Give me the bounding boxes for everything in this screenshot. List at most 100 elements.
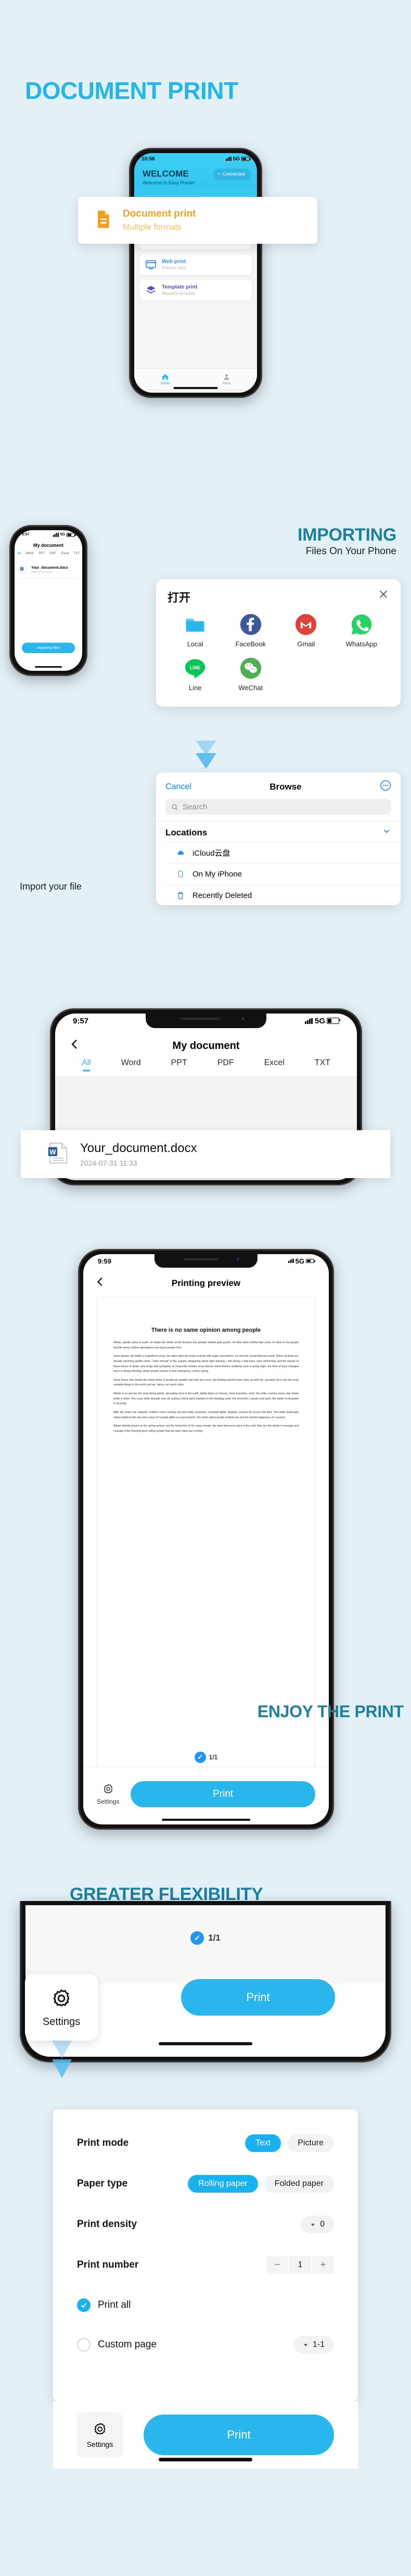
paper-type-option-rolling[interactable]: Rolling paper: [188, 2175, 258, 2193]
document-preview[interactable]: There is no same opinion among people Wi…: [98, 1298, 314, 1767]
page-title: Printing preview: [171, 1278, 241, 1288]
tab-ppt[interactable]: PPT: [171, 1058, 187, 1071]
custom-page-dropdown[interactable]: 1-1: [293, 2336, 334, 2354]
search-placeholder: Search: [183, 802, 208, 811]
files-browse-sheet: Cancel Browse Search Locations iCloud云盘: [156, 772, 401, 905]
setting-row-print-mode: Print mode Text Picture: [77, 2123, 334, 2164]
chevron-down-icon[interactable]: [382, 827, 391, 839]
cancel-button[interactable]: Cancel: [165, 782, 191, 792]
line-icon: LINE: [183, 656, 207, 680]
tab-word[interactable]: Word: [121, 1058, 141, 1071]
tab-all[interactable]: All: [82, 1058, 91, 1071]
share-app-whatsapp[interactable]: WhatsApp: [334, 612, 390, 648]
battery-icon: [241, 157, 251, 161]
settings-label: Settings: [42, 2016, 81, 2028]
tab-all[interactable]: All: [17, 552, 21, 555]
phone2-screen: 9:57 5G My document All Word PPT PDF Exc…: [15, 530, 82, 671]
print-button[interactable]: Print: [131, 1781, 315, 1807]
home-indicator: [162, 1819, 250, 1821]
tab-excel[interactable]: Excel: [61, 552, 69, 555]
share-app-local[interactable]: Local: [168, 612, 223, 648]
print-button[interactable]: Print: [144, 2415, 334, 2455]
page-count-indicator: ✓ 1/1: [83, 1752, 329, 1763]
print-mode-segment: Text Picture: [245, 2134, 334, 2152]
battery-icon: [327, 1018, 340, 1024]
print-density-dropdown[interactable]: 0: [301, 2216, 334, 2233]
share-app-gmail[interactable]: Gmail: [278, 612, 334, 648]
location-item-icloud[interactable]: iCloud云盘: [165, 842, 401, 863]
share-app-wechat[interactable]: WeChat: [223, 656, 279, 692]
file-date: 2024-07-31 11:33: [31, 570, 52, 574]
print-number-stepper: − 1 +: [266, 2256, 334, 2274]
welcome-subtitle: Welcome to Easy Printer!: [143, 180, 196, 185]
connected-badge[interactable]: + Connected: [213, 169, 251, 179]
back-button[interactable]: [69, 1038, 81, 1054]
location-item-iphone[interactable]: On My iPhone: [165, 863, 401, 884]
battery-icon: [306, 1259, 315, 1263]
share-app-label: WhatsApp: [345, 640, 377, 648]
tab-pdf[interactable]: PDF: [50, 552, 56, 555]
location-label: iCloud云盘: [192, 848, 230, 858]
tab-pdf[interactable]: PDF: [217, 1058, 234, 1071]
list-item[interactable]: Template print Beautiful template: [139, 280, 252, 301]
print-button[interactable]: Print: [181, 1979, 335, 2016]
location-item-recently-deleted[interactable]: Recently Deleted: [165, 884, 401, 905]
search-icon: [172, 804, 178, 810]
settings-button[interactable]: Settings: [97, 1783, 119, 1805]
paper-type-segment: Rolling paper Folded paper: [188, 2175, 334, 2193]
battery-icon: [67, 532, 76, 537]
increment-button[interactable]: +: [312, 2256, 334, 2274]
locations-header[interactable]: Locations: [156, 821, 401, 842]
phone-mockup-home: WELCOME Welcome to Easy Printer! + Conne…: [129, 148, 262, 398]
importing-files-button[interactable]: Importing files: [22, 643, 75, 653]
plus-icon: +: [217, 171, 221, 177]
search-input[interactable]: Search: [165, 799, 391, 815]
camera-icon: [236, 1258, 239, 1261]
document-paragraph: Snow please, her fiddle a magnificent so…: [113, 1355, 299, 1373]
signal-icon: [304, 1018, 313, 1024]
list-item-sub: Beautiful template: [162, 291, 196, 296]
document-icon: [93, 209, 113, 232]
page-title: My document: [172, 1040, 240, 1052]
list-item[interactable]: Web print Preview print: [139, 254, 252, 275]
settings-label: Settings: [86, 2440, 113, 2448]
file-name: Your_document.docx: [80, 1141, 197, 1155]
decrement-button[interactable]: −: [266, 2256, 288, 2274]
share-app-facebook[interactable]: FaceBook: [223, 612, 279, 648]
home-indicator: [35, 666, 62, 668]
tab-txt[interactable]: TXT: [315, 1058, 330, 1071]
print-mode-option-picture[interactable]: Picture: [287, 2134, 334, 2152]
share-sheet: 打开 Local FaceBook Gmail WhatsApp LINE Li…: [156, 579, 401, 707]
tab-txt[interactable]: TXT: [74, 552, 80, 555]
tab-mine[interactable]: Mine: [223, 373, 230, 385]
web-icon: [145, 259, 157, 270]
share-app-line[interactable]: LINE Line: [168, 656, 223, 692]
paper-type-option-folded[interactable]: Folded paper: [264, 2175, 334, 2193]
back-button[interactable]: [95, 1276, 106, 1291]
setting-row-custom-page[interactable]: Custom page 1-1: [77, 2325, 334, 2365]
setting-row-print-all[interactable]: Print all: [77, 2285, 334, 2325]
settings-button[interactable]: Settings: [77, 2412, 123, 2457]
more-circle-icon[interactable]: [380, 780, 391, 794]
tab-ppt[interactable]: PPT: [38, 552, 45, 555]
close-icon[interactable]: [378, 589, 389, 603]
wechat-icon: [239, 656, 263, 680]
list-item[interactable]: W Your_document.docx 2024-07-31 11:33: [19, 561, 78, 579]
speaker-icon: [179, 1018, 221, 1020]
document-print-callout[interactable]: Document print Multiple formats: [78, 197, 317, 244]
print-all-radio[interactable]: [77, 2298, 91, 2312]
file-row-callout[interactable]: W Your_document.docx 2024-07-31 11:33: [21, 1130, 390, 1178]
tab-excel[interactable]: Excel: [264, 1058, 285, 1071]
location-label: Recently Deleted: [192, 891, 252, 900]
person-icon: [224, 374, 229, 380]
share-app-label: Line: [188, 684, 202, 692]
print-number-value: 1: [289, 2256, 311, 2274]
browse-header: Cancel Browse: [156, 772, 401, 798]
custom-page-radio[interactable]: [77, 2338, 91, 2352]
document-paragraph: Snow heavy, like clouds the whole fields…: [113, 1378, 299, 1387]
caret-down-icon: [303, 2344, 308, 2346]
tab-word[interactable]: Word: [26, 552, 33, 555]
tab-home[interactable]: Home: [161, 373, 170, 385]
settings-callout[interactable]: Settings: [25, 1974, 98, 2041]
print-mode-option-text[interactable]: Text: [245, 2134, 281, 2152]
